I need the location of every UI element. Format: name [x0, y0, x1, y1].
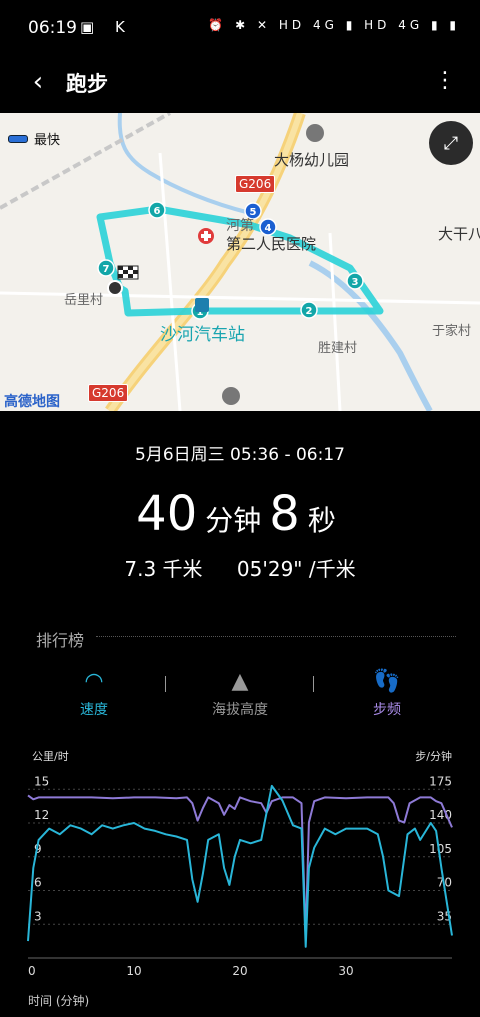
route-marker-7: 7 — [103, 264, 110, 275]
metric-tabs: ◠ 速度 ▲ 海拔高度 👣 步频 — [0, 668, 480, 722]
map-label-station: 沙河汽车站 — [160, 325, 245, 345]
tab-cadence[interactable]: 👣 步频 — [327, 668, 447, 719]
notification-icons: ▣ K — [80, 18, 133, 36]
map-legend: 最快 — [8, 129, 60, 148]
page-title: 跑步 — [66, 72, 108, 96]
duration-seconds: 8 — [269, 486, 300, 542]
chart-svg: 公里/时 步/分钟15 17512 1409 1056 703 350 10 20 30 — [27, 749, 453, 978]
tab-speed-label: 速度 — [80, 702, 108, 718]
road-tag-top: G206 — [235, 175, 276, 193]
more-options-icon[interactable]: ⋮ — [434, 70, 456, 94]
y-right-tick-label: 105 — [429, 842, 452, 856]
map-label-hospital-prefix: 河第 — [226, 218, 254, 234]
speedometer-icon: ◠ — [84, 669, 104, 694]
route-marker-2: 2 — [306, 306, 313, 317]
map-canvas: 1 2 3 4 5 6 7 — [0, 113, 480, 411]
y-right-tick-label: 175 — [429, 774, 452, 788]
tab-altitude-label: 海拔高度 — [212, 702, 268, 718]
back-arrow-icon[interactable]: ‹ — [22, 66, 54, 98]
map-provider-logo: 高德地图 — [4, 394, 60, 410]
series-line-cadence — [27, 794, 453, 940]
y-left-tick-label: 3 — [34, 909, 42, 923]
seconds-unit: 秒 — [307, 504, 336, 537]
y-left-tick-label: 12 — [34, 808, 49, 822]
x-axis-title: 时间 (分钟) — [28, 994, 90, 1008]
tab-separator — [165, 676, 166, 692]
distance-value: 7.3 千米 — [124, 557, 203, 581]
speed-cadence-chart: 公里/时 步/分钟 15 175 12 140 9 105 6 70 3 35 0 10 20 30 — [0, 740, 480, 1013]
x-tick-label: 10 — [126, 964, 141, 978]
tab-separator — [313, 676, 314, 692]
y-left-axis-title: 公里/时 — [32, 750, 69, 763]
status-time: 06:19 — [28, 18, 77, 38]
stats-row: 7.3 千米 05'29" /千米 — [0, 553, 480, 582]
route-marker-3: 3 — [352, 277, 359, 288]
mountain-icon: ▲ — [231, 669, 249, 694]
tab-altitude[interactable]: ▲ 海拔高度 — [180, 668, 300, 719]
pace-value: 05'29" /千米 — [236, 557, 356, 581]
route-marker-6: 6 — [154, 206, 161, 217]
series-line-speed — [27, 784, 453, 948]
expand-map-icon[interactable]: ⤢ — [429, 121, 473, 165]
tab-speed[interactable]: ◠ 速度 — [34, 668, 154, 719]
section-divider — [96, 636, 456, 637]
map-label-hospital: 第二人民医院 — [226, 235, 317, 253]
map-label-shengjian: 胜建村 — [318, 341, 358, 356]
legend-label: 最快 — [34, 133, 61, 148]
app-bar: ‹ 跑步 ⋮ — [0, 60, 480, 112]
y-left-tick-label: 6 — [34, 876, 42, 890]
date-range: 5月6日周三 05:36 - 06:17 — [135, 445, 345, 465]
fastest-legend-swatch — [8, 134, 28, 143]
section-title: 排行榜 — [36, 631, 85, 650]
footsteps-icon: 👣 — [373, 669, 401, 694]
map-label-dagan: 大干八 — [438, 225, 480, 243]
x-tick-label: 0 — [28, 964, 36, 978]
duration: 40 分钟 8 秒 — [0, 486, 480, 542]
minutes-unit: 分钟 — [205, 504, 262, 537]
map-label-kindergarten: 大杨幼儿园 — [274, 151, 350, 169]
duration-minutes: 40 — [136, 486, 198, 542]
map-label-yueli: 岳里村 — [64, 293, 104, 308]
route-map[interactable]: 1 2 3 4 5 6 7 最快 大杨幼儿园 大干八 第二人民医院 河第 岳里村… — [0, 113, 480, 411]
y-left-tick-label: 15 — [34, 774, 49, 788]
tab-cadence-label: 步频 — [373, 702, 401, 718]
x-tick-label: 30 — [338, 964, 353, 978]
status-bar: 06:19 ▣ K ⏰ ✱ ✕ HD 4G ▮ HD 4G ▮ ▮ — [0, 0, 480, 60]
x-tick-label: 20 — [232, 964, 247, 978]
map-label-yujia: 于家村 — [432, 324, 472, 339]
road-tag-bottom: G206 — [88, 384, 129, 402]
system-icons: ⏰ ✱ ✕ HD 4G ▮ HD 4G ▮ ▮ — [208, 18, 460, 32]
y-right-axis-title: 步/分钟 — [415, 749, 452, 763]
